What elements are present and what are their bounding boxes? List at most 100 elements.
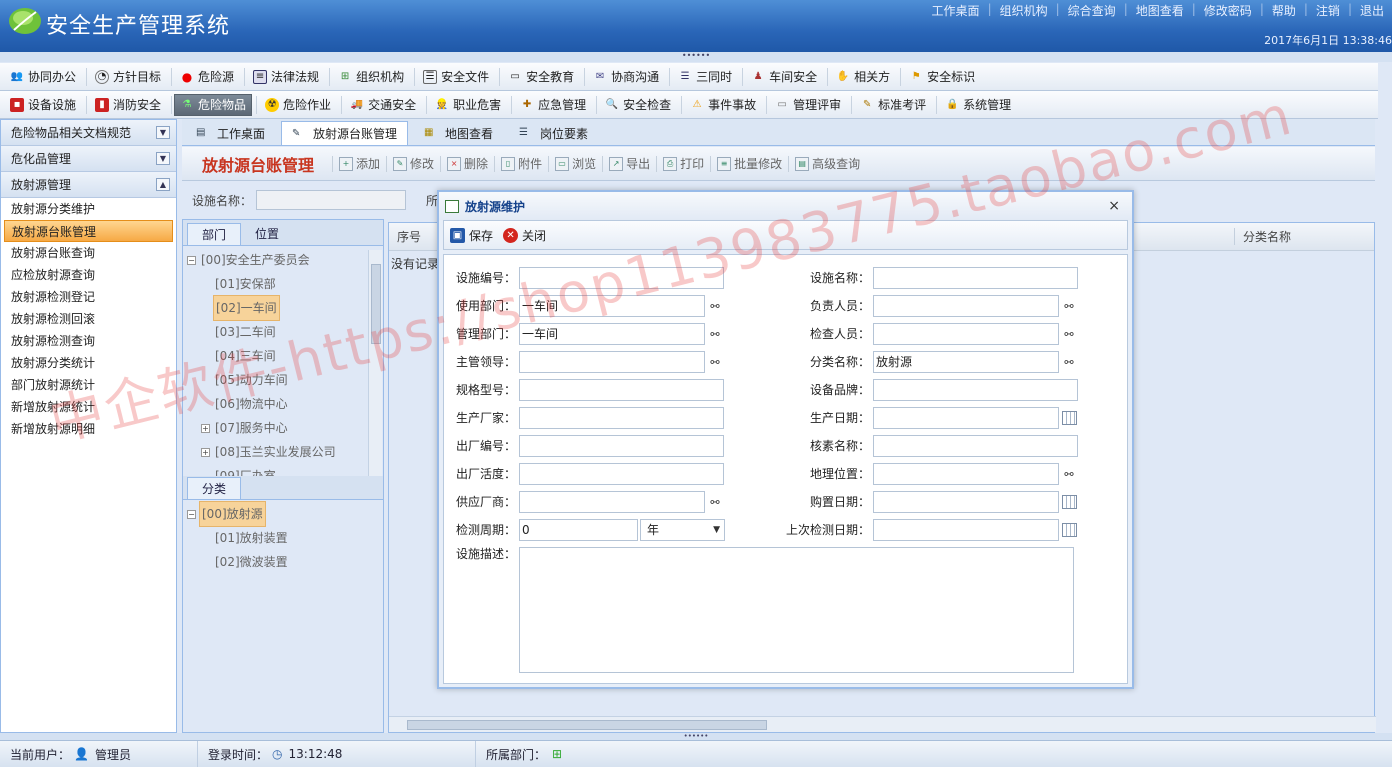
tree-node[interactable]: + [07]服务中心 [183, 416, 383, 440]
menu-equipment[interactable]: ▪ 设备设施 [4, 94, 82, 116]
subtab-location[interactable]: 位置 [241, 223, 293, 245]
chevron-down-icon[interactable]: ▼ [156, 152, 170, 165]
menu-system[interactable]: 🔒 系统管理 [939, 94, 1017, 116]
tree-node[interactable]: [02]微波装置 [183, 550, 383, 574]
edit-button[interactable]: ✎ 修改 [389, 155, 438, 172]
tree-node[interactable]: − [00]安全生产委员会 [183, 248, 383, 272]
calendar-icon[interactable] [1062, 523, 1077, 537]
menu-occupational[interactable]: 👷 职业危害 [429, 94, 507, 116]
batch-edit-button[interactable]: ≡ 批量修改 [713, 155, 786, 172]
facility-name-search-input[interactable] [256, 190, 407, 210]
location-field[interactable] [873, 463, 1059, 485]
nav-exit[interactable]: 退出 [1352, 2, 1392, 19]
menu-hazard-work[interactable]: ☢ 危险作业 [259, 94, 337, 116]
menu-safety-signs[interactable]: ⚑ 安全标识 [903, 66, 981, 88]
expand-icon[interactable]: + [201, 447, 210, 457]
nuclide-field[interactable] [873, 435, 1078, 457]
browse-button[interactable]: ▭ 浏览 [551, 155, 600, 172]
sidebar-group-docs[interactable]: 危险物品相关文档规范 ▼ [1, 120, 176, 146]
tree-node[interactable]: [04]三车间 [183, 344, 383, 368]
menu-inspection[interactable]: 🔍 安全检查 [599, 94, 677, 116]
column-seq[interactable]: 序号 [389, 228, 429, 245]
chevron-up-icon[interactable]: ▲ [156, 178, 170, 191]
binoculars-icon[interactable]: ⚯ [1061, 355, 1077, 369]
save-button[interactable]: ▣ 保存 [450, 227, 493, 244]
menu-traffic[interactable]: 🚚 交通安全 [344, 94, 422, 116]
owner-field[interactable] [873, 295, 1059, 317]
tree-node[interactable]: + [08]玉兰实业发展公司 [183, 440, 383, 464]
description-textarea[interactable] [519, 547, 1074, 673]
nav-map[interactable]: 地图查看 [1128, 2, 1192, 19]
supplier-field[interactable] [519, 491, 705, 513]
menu-emergency[interactable]: ✚ 应急管理 [514, 94, 592, 116]
tab-ledger[interactable]: ✎ 放射源台账管理 [281, 121, 409, 145]
collapse-icon[interactable]: − [187, 509, 196, 519]
binoculars-icon[interactable]: ⚯ [1061, 299, 1077, 313]
menu-three-simultaneous[interactable]: ☰ 三同时 [672, 66, 738, 88]
menu-workshop[interactable]: ♟ 车间安全 [745, 66, 823, 88]
category-field[interactable]: 放射源 [873, 351, 1059, 373]
tab-post[interactable]: ☰ 岗位要素 [509, 121, 598, 145]
menu-fire-safety[interactable]: ▮ 消防安全 [89, 94, 167, 116]
nav-org[interactable]: 组织机构 [992, 2, 1056, 19]
menu-communication[interactable]: ✉ 协商沟通 [587, 66, 665, 88]
column-category[interactable]: 分类名称 [1234, 228, 1374, 245]
binoculars-icon[interactable]: ⚯ [707, 495, 723, 509]
grid-scrollbar[interactable] [389, 716, 1376, 732]
spec-field[interactable] [519, 379, 724, 401]
made-date-field[interactable] [873, 407, 1059, 429]
binoculars-icon[interactable]: ⚯ [707, 327, 723, 341]
nav-password[interactable]: 修改密码 [1196, 2, 1260, 19]
tree-scrollbar[interactable] [368, 250, 382, 476]
factory-no-field[interactable] [519, 435, 724, 457]
facility-name-field[interactable] [873, 267, 1078, 289]
print-button[interactable]: ⎙ 打印 [659, 155, 708, 172]
subtab-category[interactable]: 分类 [187, 477, 242, 499]
binoculars-icon[interactable]: ⚯ [707, 355, 723, 369]
add-button[interactable]: + 添加 [335, 155, 384, 172]
brand-field[interactable] [873, 379, 1078, 401]
leader-field[interactable] [519, 351, 705, 373]
cycle-unit-select[interactable]: 年 ▼ [640, 519, 725, 541]
menu-review[interactable]: ▭ 管理评审 [769, 94, 847, 116]
sidebar-item[interactable]: 放射源检测登记 [1, 286, 176, 308]
maker-field[interactable] [519, 407, 724, 429]
top-splitter[interactable]: •••••• [0, 52, 1392, 62]
sidebar-item[interactable]: 放射源台账查询 [1, 242, 176, 264]
menu-collab[interactable]: 👥 协同办公 [4, 66, 82, 88]
binoculars-icon[interactable]: ⚯ [1061, 327, 1077, 341]
sidebar-item[interactable]: 新增放射源明细 [1, 418, 176, 440]
menu-policy[interactable]: ◔ 方针目标 [89, 66, 167, 88]
sidebar-item[interactable]: 应检放射源查询 [1, 264, 176, 286]
chevron-down-icon[interactable]: ▼ [156, 126, 170, 139]
calendar-icon[interactable] [1062, 411, 1077, 425]
sidebar-group-radiation[interactable]: 放射源管理 ▲ [1, 172, 176, 198]
tab-desktop[interactable]: ▤ 工作桌面 [186, 121, 275, 145]
menu-related-party[interactable]: ✋ 相关方 [830, 66, 896, 88]
activity-field[interactable] [519, 463, 724, 485]
advanced-search-button[interactable]: ▤ 高级查询 [791, 155, 864, 172]
sidebar-item[interactable]: 新增放射源统计 [1, 396, 176, 418]
expand-icon[interactable]: + [201, 423, 210, 433]
last-check-field[interactable] [873, 519, 1059, 541]
nav-desktop[interactable]: 工作桌面 [924, 2, 988, 19]
menu-standard-eval[interactable]: ✎ 标准考评 [854, 94, 932, 116]
tree-node[interactable]: [06]物流中心 [183, 392, 383, 416]
tree-node[interactable]: [01]安保部 [183, 272, 383, 296]
sidebar-item[interactable]: 放射源分类统计 [1, 352, 176, 374]
tree-node[interactable]: [05]动力车间 [183, 368, 383, 392]
subtab-dept[interactable]: 部门 [187, 223, 242, 245]
sidebar-item[interactable]: 放射源检测查询 [1, 330, 176, 352]
menu-incidents[interactable]: ⚠ 事件事故 [684, 94, 762, 116]
sidebar-item[interactable]: 放射源检测回滚 [1, 308, 176, 330]
attachment-button[interactable]: ▯ 附件 [497, 155, 546, 172]
tree-node[interactable]: [09]厂办室 [183, 464, 383, 476]
bottom-splitter[interactable]: •••••• [0, 733, 1392, 740]
delete-button[interactable]: × 删除 [443, 155, 492, 172]
buy-date-field[interactable] [873, 491, 1059, 513]
tree-node-selected[interactable]: − [00]放射源 [183, 501, 383, 527]
cycle-field[interactable]: 0 [519, 519, 638, 541]
nav-logout[interactable]: 注销 [1308, 2, 1348, 19]
menu-safety-docs[interactable]: ☰ 安全文件 [417, 66, 495, 88]
menu-law[interactable]: ≡ 法律法规 [247, 66, 325, 88]
